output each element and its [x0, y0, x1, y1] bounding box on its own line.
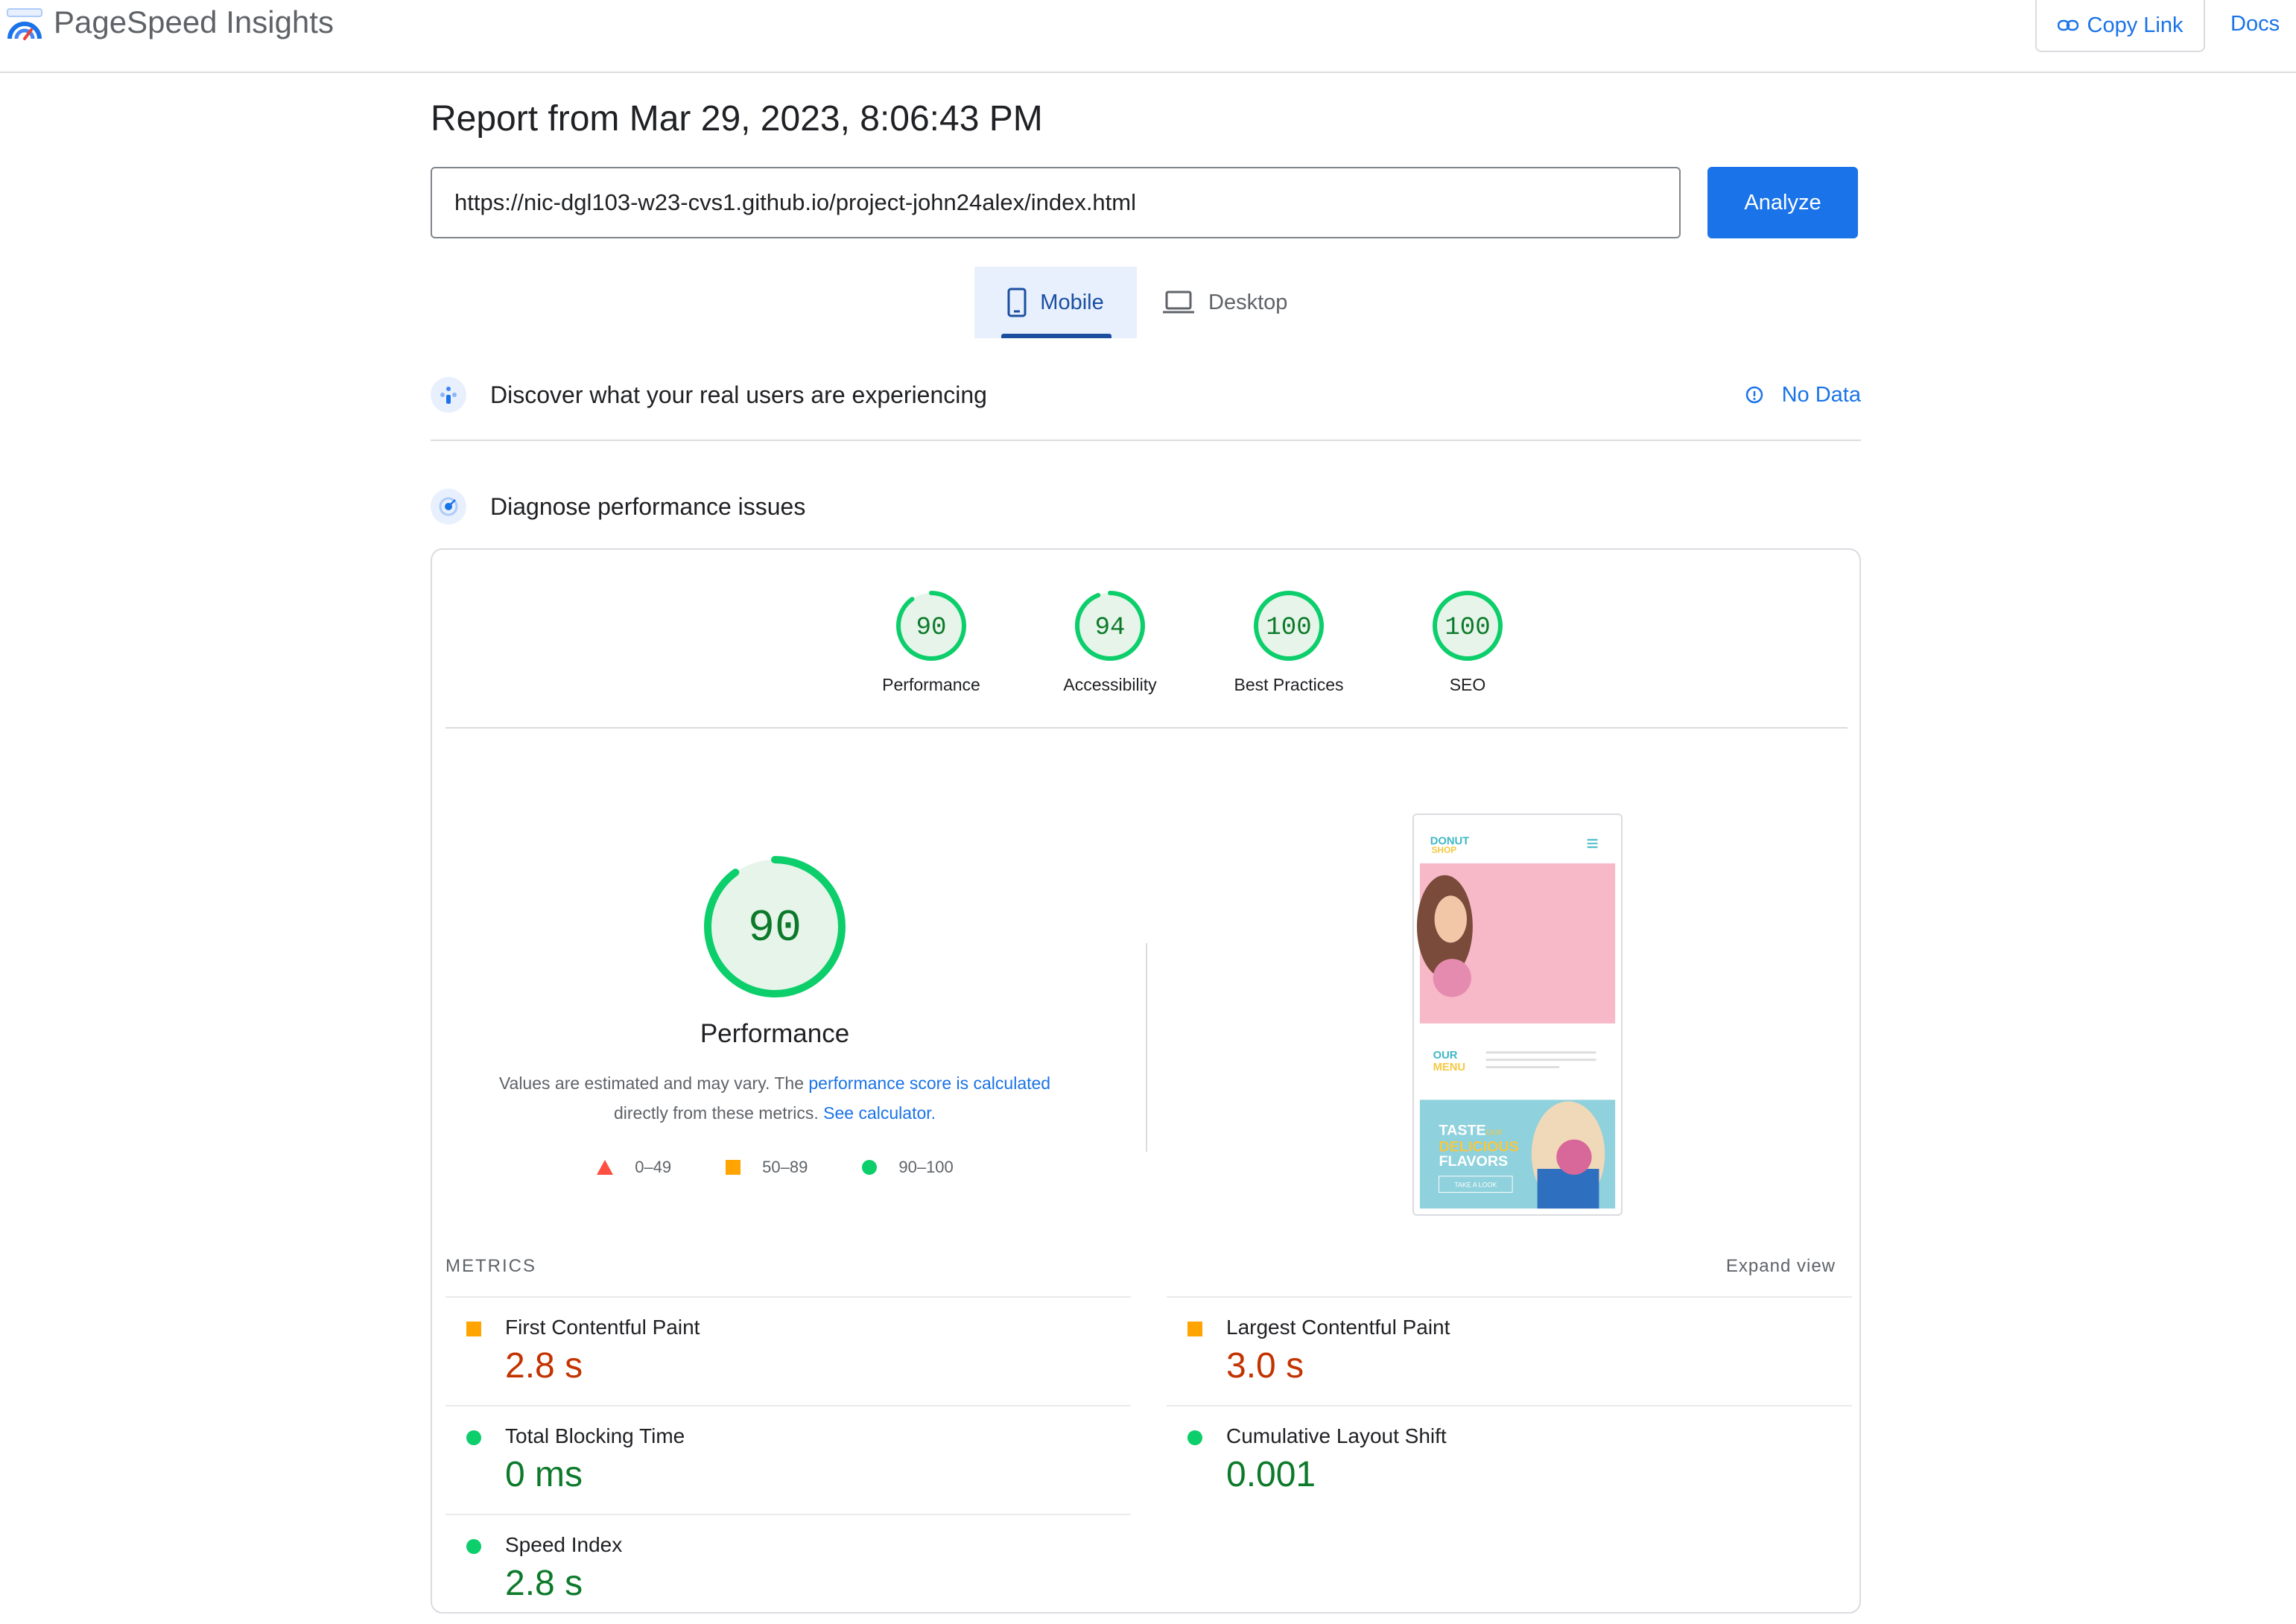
app-header: PageSpeed Insights Copy Link Docs: [0, 0, 2296, 73]
metric-speed-index: Speed Index 2.8 s: [445, 1514, 1131, 1624]
metric-name: Total Blocking Time: [505, 1424, 685, 1447]
app-title: PageSpeed Insights: [54, 4, 334, 39]
orange-square-icon: [1187, 1322, 1202, 1336]
mobile-phone-icon: [1007, 288, 1027, 317]
screenshot-delicious: DELICIOUS: [1439, 1138, 1519, 1155]
score-calculated-link[interactable]: performance score is calculated: [808, 1073, 1050, 1093]
pagespeed-logo-icon: [7, 8, 42, 40]
legend-poor-label: 0–49: [635, 1158, 672, 1176]
screenshot-menu: MENU: [1433, 1062, 1465, 1073]
score-label: Accessibility: [1063, 675, 1157, 694]
discover-title: Discover what your real users are experi…: [490, 381, 987, 408]
metric-name: Speed Index: [505, 1533, 623, 1556]
final-screenshot[interactable]: DONUT SHOP OUR MENU TASTE OUR DELICIOUS …: [1412, 813, 1623, 1216]
field-data-icon: [431, 377, 466, 413]
gauge-best-practices[interactable]: 100 Best Practices: [1199, 587, 1378, 695]
tab-mobile[interactable]: Mobile: [974, 267, 1137, 338]
performance-heading: Performance: [700, 1019, 850, 1048]
active-tab-indicator: [1001, 334, 1111, 338]
gauge-seo[interactable]: 100 SEO: [1378, 587, 1557, 695]
metric-cumulative-layout-shift: Cumulative Layout Shift 0.001: [1167, 1405, 1852, 1515]
score-value: 100: [1266, 614, 1311, 642]
score-ring: 94: [1075, 591, 1145, 661]
tab-mobile-label: Mobile: [1040, 290, 1104, 314]
desc-text-2: directly from these metrics.: [613, 1103, 824, 1123]
metric-first-contentful-paint: First Contentful Paint 2.8 s: [445, 1296, 1131, 1406]
laptop-icon: [1163, 291, 1194, 314]
score-label: Performance: [882, 675, 980, 694]
performance-big-score: 90: [748, 904, 802, 954]
report-title: Report from Mar 29, 2023, 8:06:43 PM: [431, 99, 1043, 139]
metric-value: 2.8 s: [505, 1346, 583, 1386]
orange-square-icon: [466, 1322, 481, 1336]
green-circle-icon: [466, 1539, 481, 1554]
screenshot-flavors: FLAVORS: [1439, 1153, 1509, 1170]
no-data-label: No Data: [1781, 382, 1861, 407]
legend-poor: 0–49: [596, 1158, 671, 1177]
analyze-button[interactable]: Analyze: [1707, 167, 1858, 238]
score-value: 94: [1095, 614, 1126, 642]
orange-square-icon: [726, 1160, 741, 1175]
tab-desktop-label: Desktop: [1208, 290, 1288, 314]
screenshot-our: OUR: [1433, 1050, 1458, 1062]
screenshot-our-small: OUR: [1486, 1129, 1503, 1138]
metric-total-blocking-time: Total Blocking Time 0 ms: [445, 1405, 1131, 1515]
desc-text-1: Values are estimated and may vary. The: [498, 1073, 809, 1093]
diagnose-title: Diagnose performance issues: [490, 492, 806, 520]
score-ring: 100: [1254, 591, 1324, 661]
green-circle-icon: [466, 1430, 481, 1445]
expand-view-toggle[interactable]: Expand view: [1726, 1256, 1836, 1277]
metric-value: 2.8 s: [505, 1564, 583, 1603]
screenshot-taste: TASTE: [1439, 1123, 1486, 1139]
metric-name: Cumulative Layout Shift: [1226, 1424, 1447, 1447]
screenshot-logo-2: SHOP: [1432, 845, 1457, 855]
tab-desktop[interactable]: Desktop: [1162, 267, 1311, 338]
metrics-heading: METRICS: [445, 1256, 536, 1276]
url-input[interactable]: [431, 167, 1681, 238]
gauges-divider: [445, 727, 1848, 729]
legend-good-label: 90–100: [898, 1158, 954, 1176]
section-divider: [431, 440, 1861, 441]
legend-average-label: 50–89: [762, 1158, 808, 1176]
legend-good: 90–100: [861, 1158, 954, 1177]
performance-big-gauge[interactable]: 90: [700, 852, 849, 1001]
performance-description: Values are estimated and may vary. The p…: [469, 1068, 1080, 1128]
see-calculator-link[interactable]: See calculator.: [823, 1103, 936, 1123]
metric-name: First Contentful Paint: [505, 1316, 700, 1339]
diagnose-section: Diagnose performance issues: [431, 489, 1861, 524]
vertical-separator: [1146, 943, 1147, 1152]
lighthouse-report-card: 90 Performance 94 Accessibility 100 Best Prac…: [431, 548, 1861, 1614]
score-value: 100: [1444, 614, 1490, 642]
gauge-accessibility[interactable]: 94 Accessibility: [1021, 587, 1199, 695]
metric-largest-contentful-paint: Largest Contentful Paint 3.0 s: [1167, 1296, 1852, 1406]
screenshot-take-look: TAKE A LOOK: [1454, 1181, 1497, 1189]
green-circle-icon: [862, 1160, 878, 1175]
metric-value: 0 ms: [505, 1455, 583, 1494]
score-label: Best Practices: [1234, 675, 1344, 694]
score-legend: 0–49 50–89 90–100: [432, 1158, 1117, 1177]
legend-average: 50–89: [725, 1158, 808, 1177]
copy-link-button[interactable]: Copy Link: [2035, 0, 2205, 52]
red-triangle-icon: [597, 1160, 614, 1175]
copy-link-label: Copy Link: [2087, 13, 2184, 37]
no-data-status[interactable]: No Data: [1745, 383, 1861, 407]
score-ring: 100: [1433, 591, 1503, 661]
discover-section[interactable]: Discover what your real users are experi…: [431, 377, 1861, 413]
metric-name: Largest Contentful Paint: [1226, 1316, 1450, 1339]
score-value: 90: [916, 614, 947, 642]
score-ring: 90: [896, 591, 966, 661]
lab-data-icon: [431, 489, 466, 524]
metric-value: 3.0 s: [1226, 1346, 1304, 1386]
metric-value: 0.001: [1226, 1455, 1316, 1494]
gauge-performance[interactable]: 90 Performance: [842, 587, 1021, 695]
info-icon: [1745, 386, 1763, 404]
green-circle-icon: [1187, 1430, 1202, 1445]
link-icon: [2057, 19, 2078, 31]
score-label: SEO: [1449, 675, 1486, 694]
docs-link[interactable]: Docs: [2230, 12, 2280, 37]
